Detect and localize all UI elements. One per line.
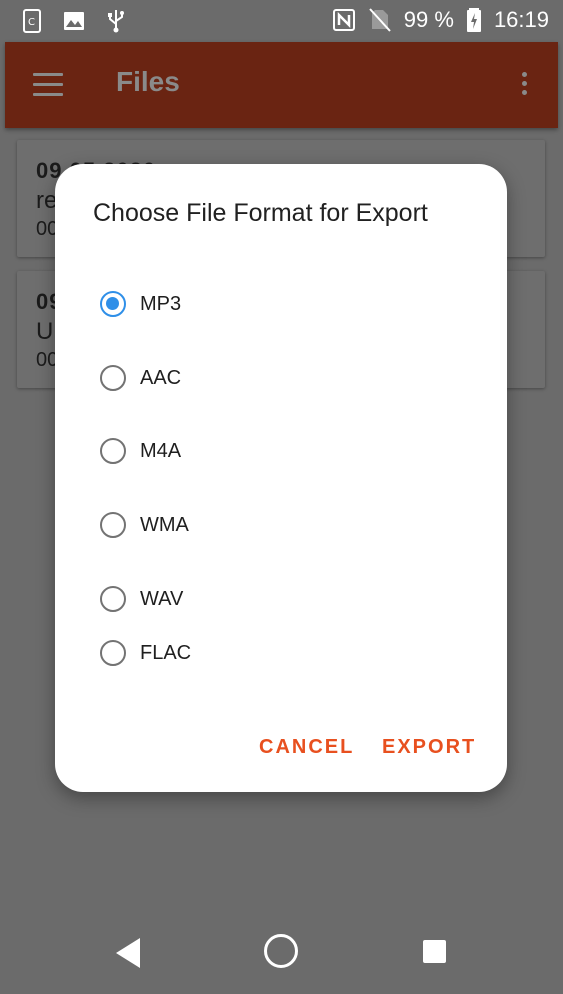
nfc-icon (332, 9, 355, 31)
format-option-label: M4A (140, 439, 182, 462)
radio-button-checked[interactable] (100, 291, 126, 317)
export-button[interactable]: EXPORT (382, 736, 476, 759)
radio-button[interactable] (100, 586, 126, 612)
format-option-m4a[interactable]: M4A (100, 434, 181, 468)
back-icon[interactable] (116, 938, 140, 968)
radio-button[interactable] (100, 365, 126, 391)
format-option-aac[interactable]: AAC (100, 361, 181, 395)
menu-icon[interactable] (33, 73, 63, 97)
overflow-menu-icon[interactable] (522, 72, 528, 99)
format-option-flac[interactable]: FLAC (100, 636, 191, 670)
home-icon[interactable] (264, 934, 298, 968)
radio-button[interactable] (100, 512, 126, 538)
recording-name: U (36, 318, 54, 345)
format-option-label: MP3 (140, 292, 182, 315)
format-option-label: FLAC (140, 641, 192, 664)
app-notification-icon: C (23, 9, 41, 33)
format-option-wav[interactable]: WAV (100, 582, 183, 616)
format-option-mp3[interactable]: MP3 (100, 287, 181, 321)
page-title: Files (116, 66, 180, 97)
format-option-label: WAV (140, 587, 184, 610)
format-option-label: WMA (140, 513, 189, 536)
radio-button[interactable] (100, 438, 126, 464)
export-format-dialog: Choose File Format for Export MP3 AAC M4… (55, 164, 507, 792)
image-icon (64, 12, 84, 30)
app-bar: Files (5, 42, 558, 128)
format-option-wma[interactable]: WMA (100, 508, 189, 542)
status-bar: C 99 % 16:19 (0, 0, 563, 42)
battery-percentage: 99 % (403, 7, 454, 32)
recents-icon[interactable] (423, 940, 446, 963)
svg-text:C: C (28, 17, 35, 28)
no-sim-icon (369, 8, 391, 32)
battery-charging-icon (466, 8, 481, 32)
status-time: 16:19 (493, 7, 549, 32)
cancel-button[interactable]: CANCEL (259, 736, 354, 759)
usb-icon (108, 10, 124, 33)
navigation-bar (0, 910, 563, 994)
format-option-label: AAC (140, 366, 182, 389)
dialog-title: Choose File Format for Export (93, 199, 428, 227)
radio-button[interactable] (100, 640, 126, 666)
